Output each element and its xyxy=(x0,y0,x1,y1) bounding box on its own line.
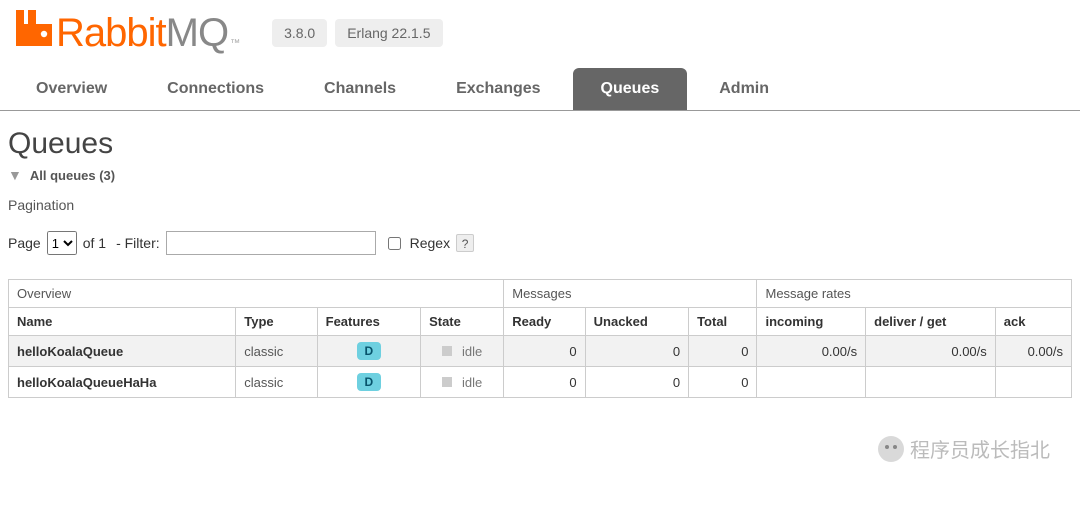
erlang-version-badge: Erlang 22.1.5 xyxy=(335,19,442,47)
col-ack[interactable]: ack xyxy=(995,308,1071,336)
cell-incoming xyxy=(757,367,866,398)
queue-name-link[interactable]: helloKoalaQueueHaHa xyxy=(17,375,156,390)
cell-deliver-get xyxy=(866,367,996,398)
cell-deliver-get: 0.00/s xyxy=(866,336,996,367)
cell-ready: 0 xyxy=(504,336,585,367)
section-label: All queues (3) xyxy=(30,168,115,183)
regex-help-button[interactable]: ? xyxy=(456,234,474,252)
state-text: idle xyxy=(462,344,482,359)
cell-ack xyxy=(995,367,1071,398)
trademark-icon: ™ xyxy=(230,38,240,49)
cell-unacked: 0 xyxy=(585,367,688,398)
col-ready[interactable]: Ready xyxy=(504,308,585,336)
col-state[interactable]: State xyxy=(421,308,504,336)
durable-badge: D xyxy=(357,373,382,391)
filter-label: - Filter: xyxy=(116,235,160,251)
regex-checkbox[interactable] xyxy=(388,237,401,250)
tab-admin[interactable]: Admin xyxy=(691,68,797,110)
regex-label: Regex xyxy=(410,235,450,251)
tab-overview[interactable]: Overview xyxy=(8,68,135,110)
col-features[interactable]: Features xyxy=(317,308,420,336)
wechat-icon xyxy=(878,436,904,462)
page-select[interactable]: 1 xyxy=(47,231,77,255)
cell-incoming: 0.00/s xyxy=(757,336,866,367)
logo-text: RabbitMQ xyxy=(56,11,228,56)
cell-ack: 0.00/s xyxy=(995,336,1071,367)
queue-name-link[interactable]: helloKoalaQueue xyxy=(17,344,123,359)
group-messages: Messages xyxy=(504,280,757,308)
tab-channels[interactable]: Channels xyxy=(296,68,424,110)
col-type[interactable]: Type xyxy=(236,308,317,336)
col-deliver-get[interactable]: deliver / get xyxy=(866,308,996,336)
logo[interactable]: RabbitMQ ™ xyxy=(16,10,240,56)
col-name[interactable]: Name xyxy=(9,308,236,336)
table-row: helloKoalaQueueHaHaclassicDidle000 xyxy=(9,367,1072,398)
cell-unacked: 0 xyxy=(585,336,688,367)
filter-input[interactable] xyxy=(166,231,376,255)
header: RabbitMQ ™ 3.8.0 Erlang 22.1.5 xyxy=(0,0,1080,60)
page-title: Queues xyxy=(8,127,1072,161)
rabbitmq-logo-icon xyxy=(16,10,52,46)
cell-total: 0 xyxy=(689,367,757,398)
group-rates: Message rates xyxy=(757,280,1072,308)
state-indicator-icon xyxy=(442,346,452,356)
tab-exchanges[interactable]: Exchanges xyxy=(428,68,568,110)
rabbitmq-version-badge: 3.8.0 xyxy=(272,19,327,47)
queues-table: Overview Messages Message rates Name Typ… xyxy=(8,279,1072,398)
col-unacked[interactable]: Unacked xyxy=(585,308,688,336)
tab-queues[interactable]: Queues xyxy=(573,68,688,110)
main-tabs: OverviewConnectionsChannelsExchangesQueu… xyxy=(0,60,1080,111)
durable-badge: D xyxy=(357,342,382,360)
queue-type: classic xyxy=(236,336,317,367)
cell-ready: 0 xyxy=(504,367,585,398)
group-overview: Overview xyxy=(9,280,504,308)
pagination-heading: Pagination xyxy=(8,197,1072,213)
col-total[interactable]: Total xyxy=(689,308,757,336)
watermark: 程序员成长指北 xyxy=(878,434,1050,463)
chevron-down-icon: ▼ xyxy=(8,167,22,183)
pagination-controls: Page 1 of 1 - Filter: Regex ? xyxy=(8,231,1072,255)
state-text: idle xyxy=(462,375,482,390)
cell-total: 0 xyxy=(689,336,757,367)
queue-type: classic xyxy=(236,367,317,398)
page-total: of 1 xyxy=(83,235,106,251)
watermark-text: 程序员成长指北 xyxy=(910,434,1050,463)
col-incoming[interactable]: incoming xyxy=(757,308,866,336)
table-row: helloKoalaQueueclassicDidle0000.00/s0.00… xyxy=(9,336,1072,367)
page-label: Page xyxy=(8,235,41,251)
tab-connections[interactable]: Connections xyxy=(139,68,292,110)
all-queues-toggle[interactable]: ▼ All queues (3) xyxy=(8,167,1072,183)
state-indicator-icon xyxy=(442,377,452,387)
